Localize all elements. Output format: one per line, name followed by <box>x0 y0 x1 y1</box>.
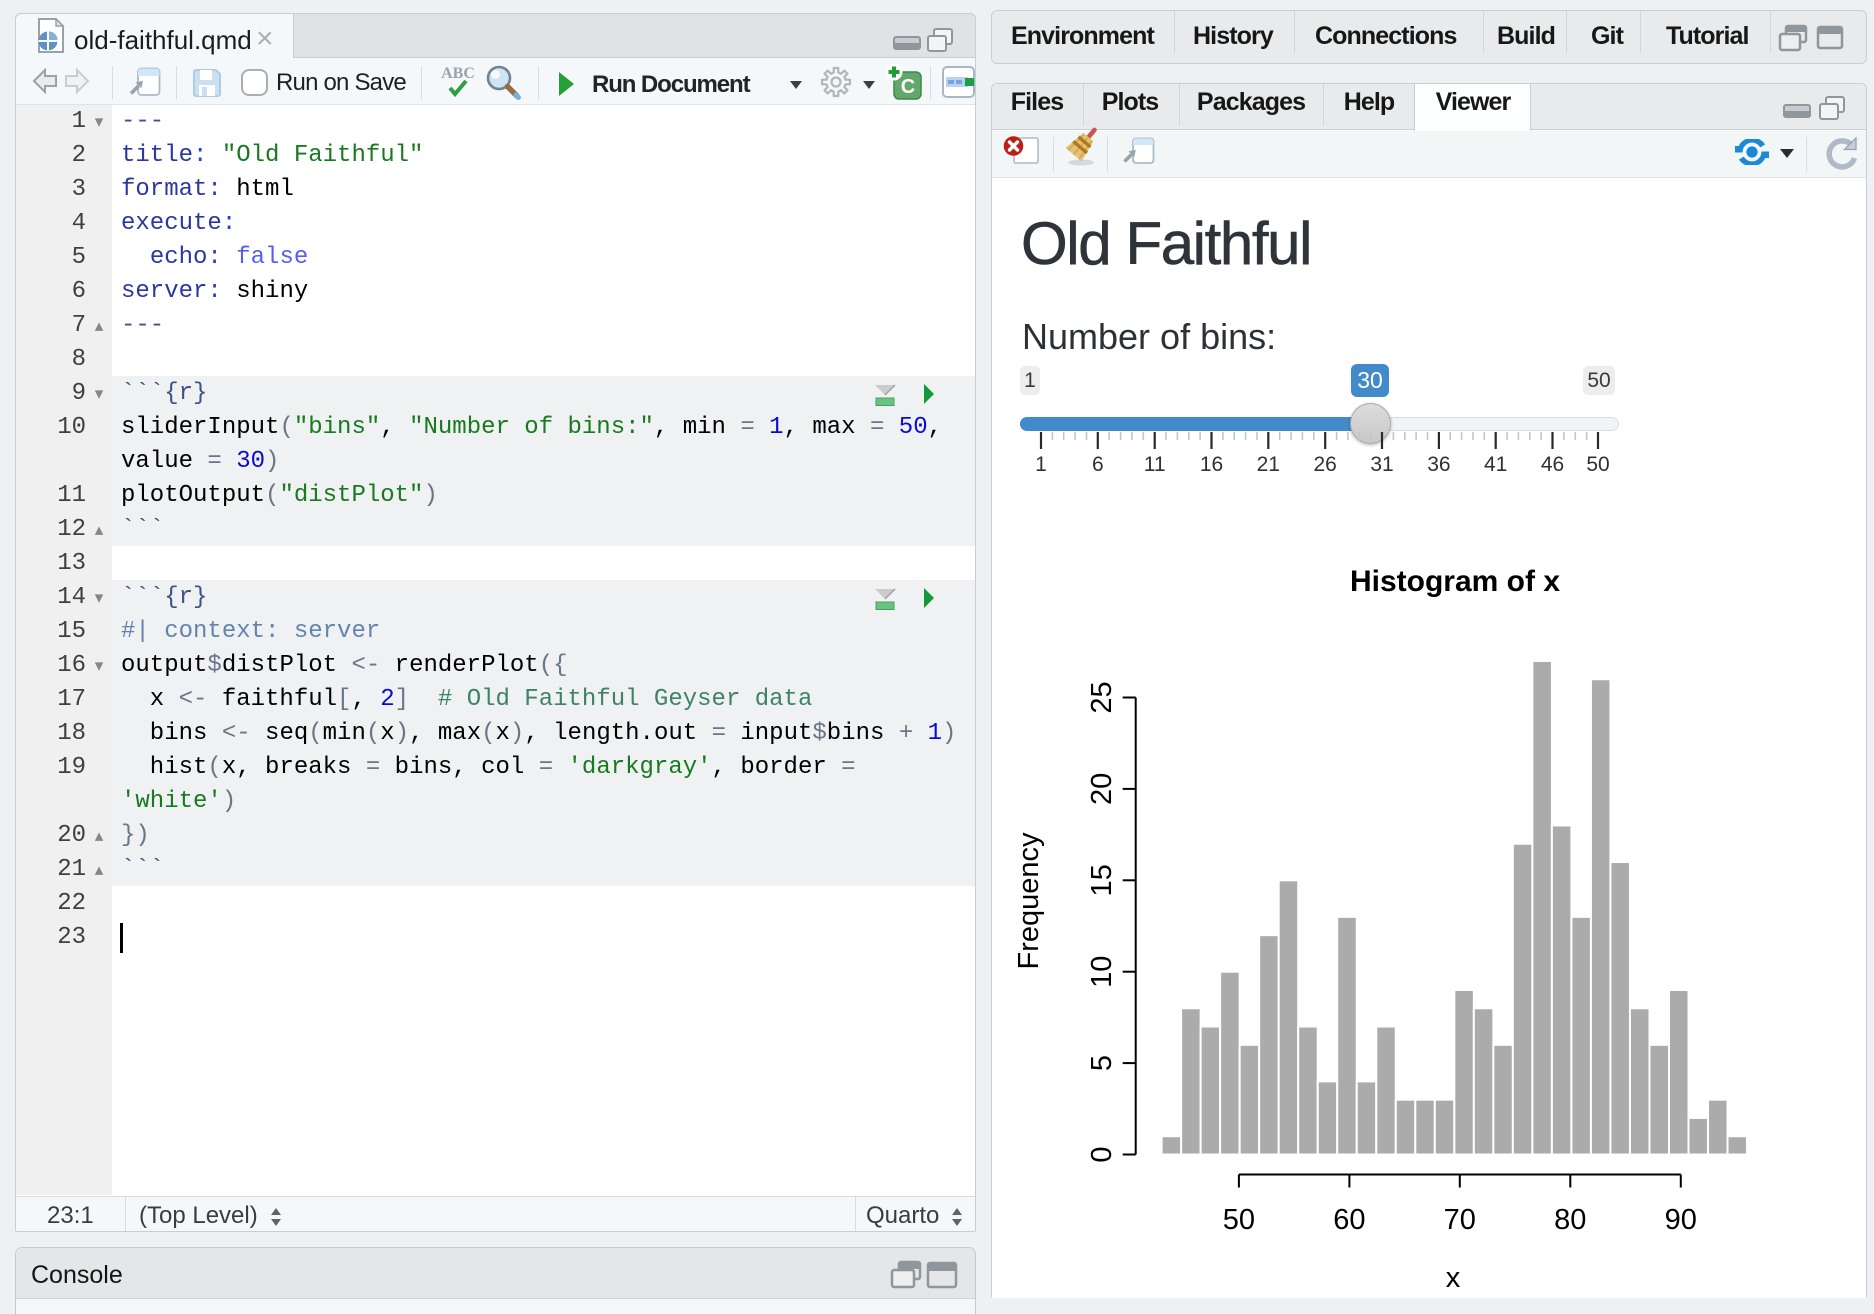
svg-text:25: 25 <box>1086 681 1118 713</box>
svg-text:60: 60 <box>1333 1204 1365 1236</box>
svg-text:50: 50 <box>1223 1204 1255 1236</box>
svg-text:90: 90 <box>1665 1204 1697 1236</box>
svg-text:15: 15 <box>1086 864 1118 896</box>
svg-text:C: C <box>901 76 915 98</box>
svg-text:80: 80 <box>1554 1204 1586 1236</box>
svg-text:ABC: ABC <box>441 65 475 82</box>
svg-text:Frequency: Frequency <box>1013 832 1045 970</box>
svg-text:0: 0 <box>1086 1146 1118 1162</box>
svg-text:5: 5 <box>1086 1055 1118 1071</box>
svg-text:20: 20 <box>1086 773 1118 805</box>
svg-text:70: 70 <box>1444 1204 1476 1236</box>
svg-text:x: x <box>1446 1262 1461 1294</box>
svg-text:Histogram of x: Histogram of x <box>1350 565 1560 598</box>
svg-text:10: 10 <box>1086 956 1118 988</box>
